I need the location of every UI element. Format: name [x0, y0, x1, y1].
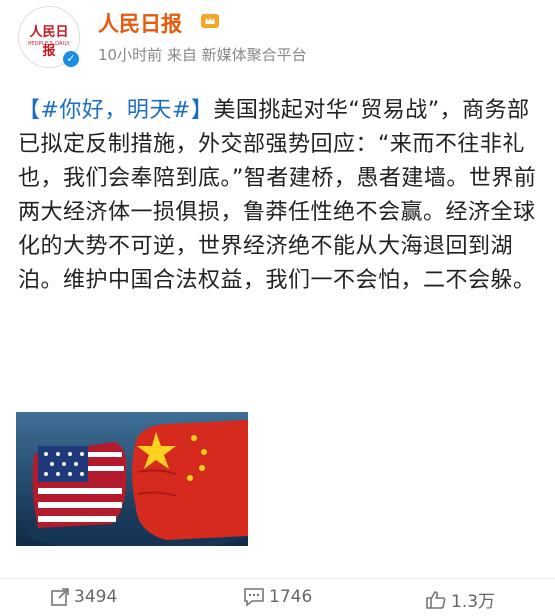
avatar-logo-subtext: PEOPLE'S DAILY — [28, 41, 70, 47]
post-actions-bar: 3494 1746 1.3万 — [0, 578, 555, 616]
comment-icon — [244, 588, 264, 607]
vip-crown-icon — [201, 14, 219, 28]
repost-button[interactable]: 3494 — [50, 587, 117, 609]
post-content: 【#你好，明天#】美国挑起对华“贸易战”，商务部已拟定反制措施，外交部强势回应：… — [18, 94, 538, 298]
thumbs-up-icon — [426, 590, 446, 609]
comment-button[interactable]: 1746 — [243, 587, 312, 609]
trade-war-fists-image — [16, 412, 248, 546]
author-name[interactable]: 人民日报 — [98, 8, 182, 38]
post-header: 人民日报 PEOPLE'S DAILY ✓ 人民日报 10小时前 来自 新媒体聚… — [18, 6, 538, 76]
topic-link[interactable]: 【#你好，明天#】 — [18, 98, 213, 123]
comment-count: 1746 — [269, 587, 313, 607]
verified-badge-icon: ✓ — [62, 50, 80, 68]
repost-icon — [51, 588, 69, 606]
like-count: 1.3万 — [451, 592, 496, 612]
post-text: 美国挑起对华“贸易战”，商务部已拟定反制措施，外交部强势回应：“来而不往非礼也，… — [18, 98, 537, 293]
post-meta: 10小时前 来自 新媒体聚合平台 — [98, 46, 307, 64]
like-button[interactable]: 1.3万 — [425, 587, 496, 612]
post-image[interactable] — [16, 412, 248, 546]
repost-count: 3494 — [74, 587, 118, 607]
